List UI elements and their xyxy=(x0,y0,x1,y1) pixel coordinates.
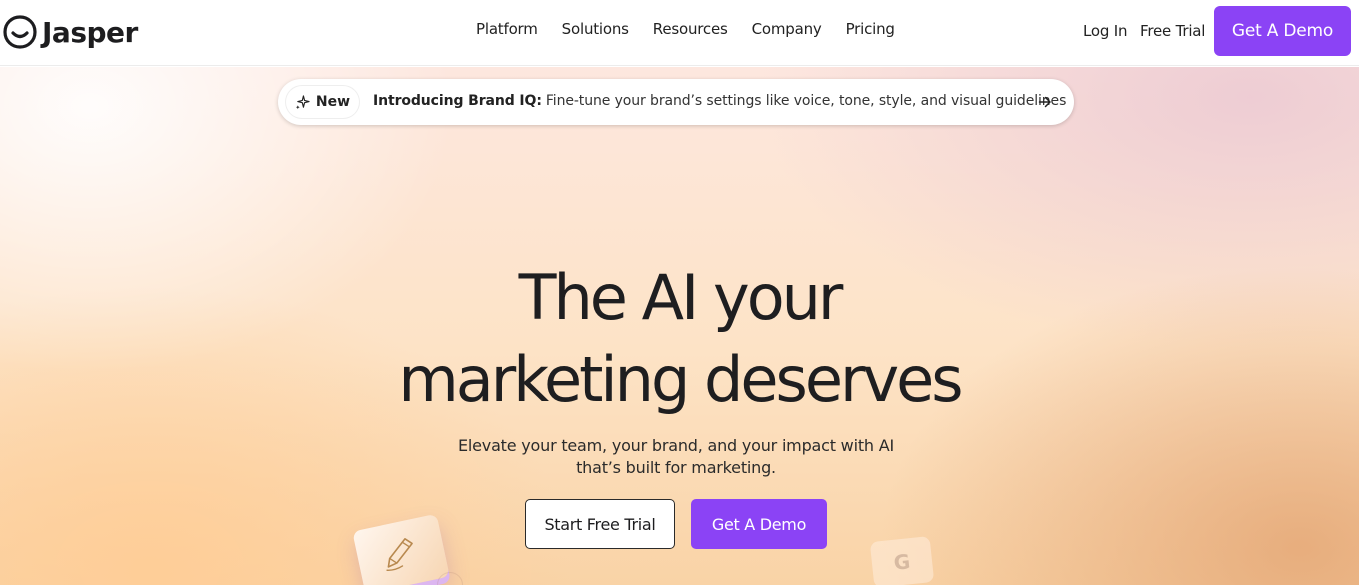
free-trial-link[interactable]: Free Trial xyxy=(1140,22,1205,40)
new-badge: New xyxy=(285,85,360,119)
nav-platform[interactable]: Platform xyxy=(476,20,538,38)
nav-company[interactable]: Company xyxy=(752,20,822,38)
announcement-body: Fine-tune your brand’s settings like voi… xyxy=(545,93,1067,109)
pencil-icon xyxy=(386,538,413,571)
jasper-logo[interactable]: Jasper xyxy=(2,12,138,52)
get-demo-button-hero[interactable]: Get A Demo xyxy=(691,499,827,549)
site-header: Jasper Platform Solutions Resources Comp… xyxy=(0,0,1359,66)
nav-solutions[interactable]: Solutions xyxy=(562,20,629,38)
hero-headline: The AI your marketing deserves xyxy=(0,257,1359,421)
jasper-logo-icon xyxy=(3,15,37,49)
headline-line-2: marketing deserves xyxy=(398,343,963,416)
hero-subheading: Elevate your team, your brand, and your … xyxy=(0,435,1352,479)
nav-pricing[interactable]: Pricing xyxy=(846,20,895,38)
brand-name: Jasper xyxy=(42,15,138,49)
get-demo-button-header[interactable]: Get A Demo xyxy=(1214,6,1351,56)
nav-resources[interactable]: Resources xyxy=(653,20,728,38)
main-nav: Platform Solutions Resources Company Pri… xyxy=(476,20,895,38)
arrow-right-icon xyxy=(1038,96,1051,108)
hero-section: New Introducing Brand IQ: Fine-tune your … xyxy=(0,67,1359,585)
subhead-line-2: that’s built for marketing. xyxy=(576,458,776,477)
start-free-trial-button[interactable]: Start Free Trial xyxy=(525,499,675,549)
pencil-card-decoration xyxy=(352,513,450,585)
google-card-decoration: G xyxy=(869,535,935,585)
globe-decoration-icon xyxy=(437,572,463,585)
login-link[interactable]: Log In xyxy=(1083,22,1127,40)
announcement-text: Introducing Brand IQ: Fine-tune your bran… xyxy=(373,93,1066,109)
announcement-title: Introducing Brand IQ: xyxy=(373,93,542,109)
subhead-line-1: Elevate your team, your brand, and your … xyxy=(458,436,894,455)
new-badge-label: New xyxy=(315,94,351,110)
announcement-banner[interactable]: New Introducing Brand IQ: Fine-tune your … xyxy=(278,79,1074,125)
headline-line-1: The AI your xyxy=(518,261,844,334)
sparkle-icon xyxy=(295,94,310,109)
